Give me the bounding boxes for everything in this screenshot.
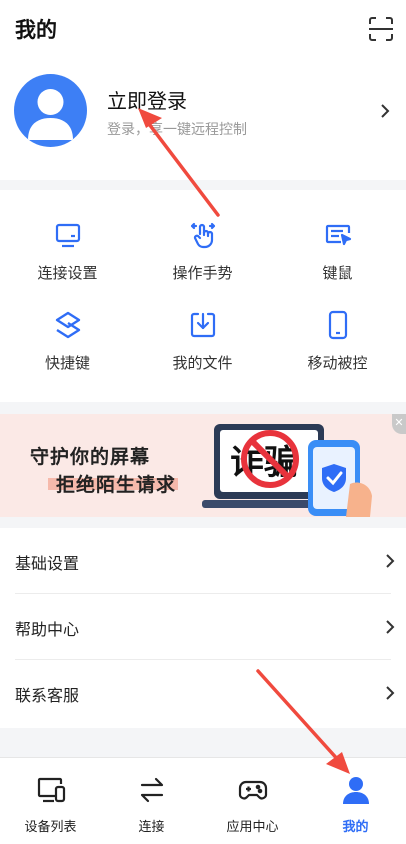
- settings-row-help[interactable]: 帮助中心: [0, 594, 406, 660]
- settings-row-label: 帮助中心: [15, 620, 80, 639]
- gamepad-icon: [237, 774, 269, 806]
- person-icon: [340, 774, 372, 806]
- phone-icon: [323, 310, 353, 340]
- tab-label: 连接: [138, 820, 165, 835]
- tab-app-center[interactable]: 应用中心: [202, 758, 303, 844]
- banner-line1: 守护你的屏幕: [30, 446, 151, 468]
- promo-banner[interactable]: 守护你的屏幕 拒绝陌生请求 诈骗: [0, 414, 406, 517]
- tab-device-list[interactable]: 设备列表: [0, 758, 101, 844]
- file-download-icon: [188, 310, 218, 340]
- tool-gestures[interactable]: 操作手势: [135, 190, 270, 282]
- tool-label: 我的文件: [172, 354, 233, 372]
- login-subtitle: 登录，享一键远程控制: [107, 122, 247, 138]
- anti-fraud-illustration: 诈骗: [202, 424, 372, 517]
- avatar[interactable]: [14, 74, 87, 147]
- monitor-icon: [53, 220, 83, 250]
- shortcut-icon: [53, 310, 83, 340]
- settings-row-label: 联系客服: [15, 686, 80, 705]
- settings-list: 基础设置 帮助中心 联系客服: [0, 528, 406, 728]
- page-title: 我的: [15, 18, 57, 42]
- tool-shortcuts[interactable]: 快捷键: [0, 280, 135, 372]
- tool-grid: 连接设置 操作手势 键鼠 快捷键 我的文件 移动被控: [0, 190, 406, 402]
- tool-keyboard-mouse[interactable]: 键鼠: [270, 190, 405, 282]
- tool-connection-settings[interactable]: 连接设置: [0, 190, 135, 282]
- touch-gesture-icon: [188, 220, 218, 250]
- profile-card[interactable]: 立即登录 登录，享一键远程控制: [0, 60, 406, 180]
- login-title[interactable]: 立即登录: [107, 85, 187, 114]
- scan-icon[interactable]: [366, 14, 396, 44]
- bottom-tab-bar: 设备列表 连接 应用中心 我的: [0, 757, 406, 844]
- chevron-right-icon: [385, 685, 395, 701]
- tool-label: 快捷键: [44, 354, 90, 372]
- chevron-right-icon: [380, 103, 390, 119]
- chevron-right-icon: [385, 553, 395, 569]
- tab-label: 应用中心: [226, 820, 279, 835]
- connect-arrows-icon: [136, 774, 168, 806]
- tab-label: 我的: [342, 820, 369, 835]
- banner-line2: 拒绝陌生请求: [48, 470, 178, 497]
- device-list-icon: [35, 774, 67, 806]
- settings-row-basic[interactable]: 基础设置: [0, 528, 406, 594]
- settings-row-label: 基础设置: [15, 554, 80, 573]
- header: 我的: [0, 0, 406, 60]
- chevron-right-icon: [385, 619, 395, 635]
- settings-row-contact[interactable]: 联系客服: [0, 660, 406, 726]
- banner-close-icon[interactable]: ✕: [392, 414, 406, 434]
- tab-mine[interactable]: 我的: [305, 758, 406, 844]
- banner-line2-text: 拒绝陌生请求: [56, 474, 177, 496]
- tool-label: 移动被控: [307, 354, 368, 372]
- tool-my-files[interactable]: 我的文件: [135, 280, 270, 372]
- tool-mobile-controlled[interactable]: 移动被控: [270, 280, 405, 372]
- tab-label: 设备列表: [24, 820, 77, 835]
- tab-connect[interactable]: 连接: [101, 758, 202, 844]
- keyboard-mouse-icon: [323, 220, 353, 250]
